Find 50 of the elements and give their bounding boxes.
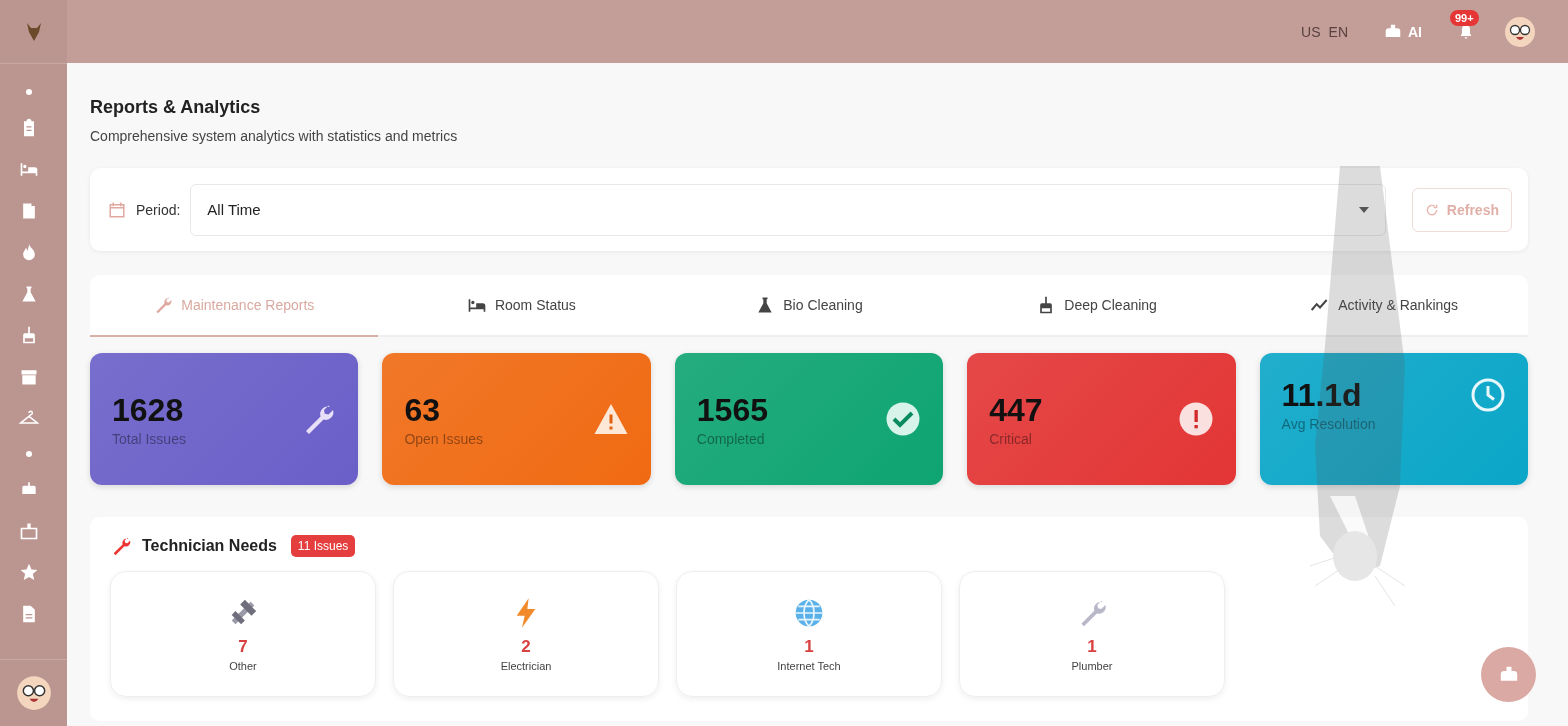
bell-icon[interactable] bbox=[1458, 23, 1474, 40]
globe-icon bbox=[793, 596, 825, 629]
technician-label: Plumber bbox=[1071, 659, 1113, 672]
technician-label: Other bbox=[229, 659, 257, 672]
technician-card[interactable]: 1 Plumber bbox=[959, 571, 1225, 697]
page-subtitle: Comprehensive system analytics with statistics and metrics bbox=[90, 128, 459, 144]
language-code[interactable]: EN bbox=[1328, 23, 1348, 40]
stat-label: Completed bbox=[696, 430, 766, 447]
technician-count: 2 bbox=[521, 636, 531, 657]
page-title: Reports & Analytics bbox=[90, 97, 262, 118]
avatar-icon[interactable] bbox=[15, 675, 52, 711]
stat-value: 11.1d bbox=[1281, 377, 1363, 414]
stat-label: Open Issues bbox=[404, 430, 483, 447]
stat-value: 63 bbox=[404, 391, 441, 429]
tab[interactable]: Bio Cleaning bbox=[665, 275, 953, 337]
technician-count: 7 bbox=[238, 636, 248, 657]
region-code[interactable]: US bbox=[1301, 23, 1321, 40]
alert-icon bbox=[1177, 401, 1214, 437]
section-title: Technician Needs bbox=[142, 537, 277, 555]
tab[interactable]: Activity & Rankings bbox=[1240, 275, 1528, 337]
stat-value: 1628 bbox=[112, 391, 185, 429]
check-icon bbox=[885, 401, 922, 437]
dot-icon bbox=[24, 88, 33, 96]
technician-label: Internet Tech bbox=[777, 659, 841, 672]
technician-count: 1 bbox=[1087, 636, 1097, 657]
stat-label: Avg Resolution bbox=[1281, 416, 1376, 432]
period-label: Period: bbox=[136, 201, 181, 218]
refresh-icon bbox=[1424, 202, 1439, 217]
technician-card[interactable]: 1 Internet Tech bbox=[676, 571, 942, 697]
caret-icon bbox=[1358, 206, 1369, 213]
technician-count: 1 bbox=[804, 636, 814, 657]
clock-icon bbox=[1470, 377, 1506, 413]
technician-card[interactable]: 2 Electrician bbox=[393, 571, 659, 697]
technician-label: Electrician bbox=[500, 659, 552, 672]
stat-label: Total Issues bbox=[112, 430, 186, 447]
tab[interactable]: Deep Cleaning bbox=[952, 275, 1241, 337]
stat-label: Critical bbox=[989, 430, 1033, 447]
notification-badge: 99+ bbox=[1450, 9, 1479, 26]
logo-icon bbox=[26, 22, 41, 41]
tab[interactable]: Room Status bbox=[377, 275, 666, 337]
period-dropdown[interactable]: All Time bbox=[190, 183, 1386, 236]
stat-value: 447 bbox=[989, 391, 1043, 429]
wrench-icon bbox=[153, 295, 174, 315]
avatar-icon[interactable] bbox=[1504, 15, 1536, 48]
technician-card[interactable]: 7 Other bbox=[110, 571, 376, 697]
calendar-icon bbox=[108, 200, 126, 219]
issue-count-badge: 11 Issues bbox=[290, 535, 356, 557]
dot-icon bbox=[24, 449, 33, 458]
star-icon[interactable] bbox=[18, 562, 39, 582]
stat-value: 1565 bbox=[696, 391, 768, 429]
